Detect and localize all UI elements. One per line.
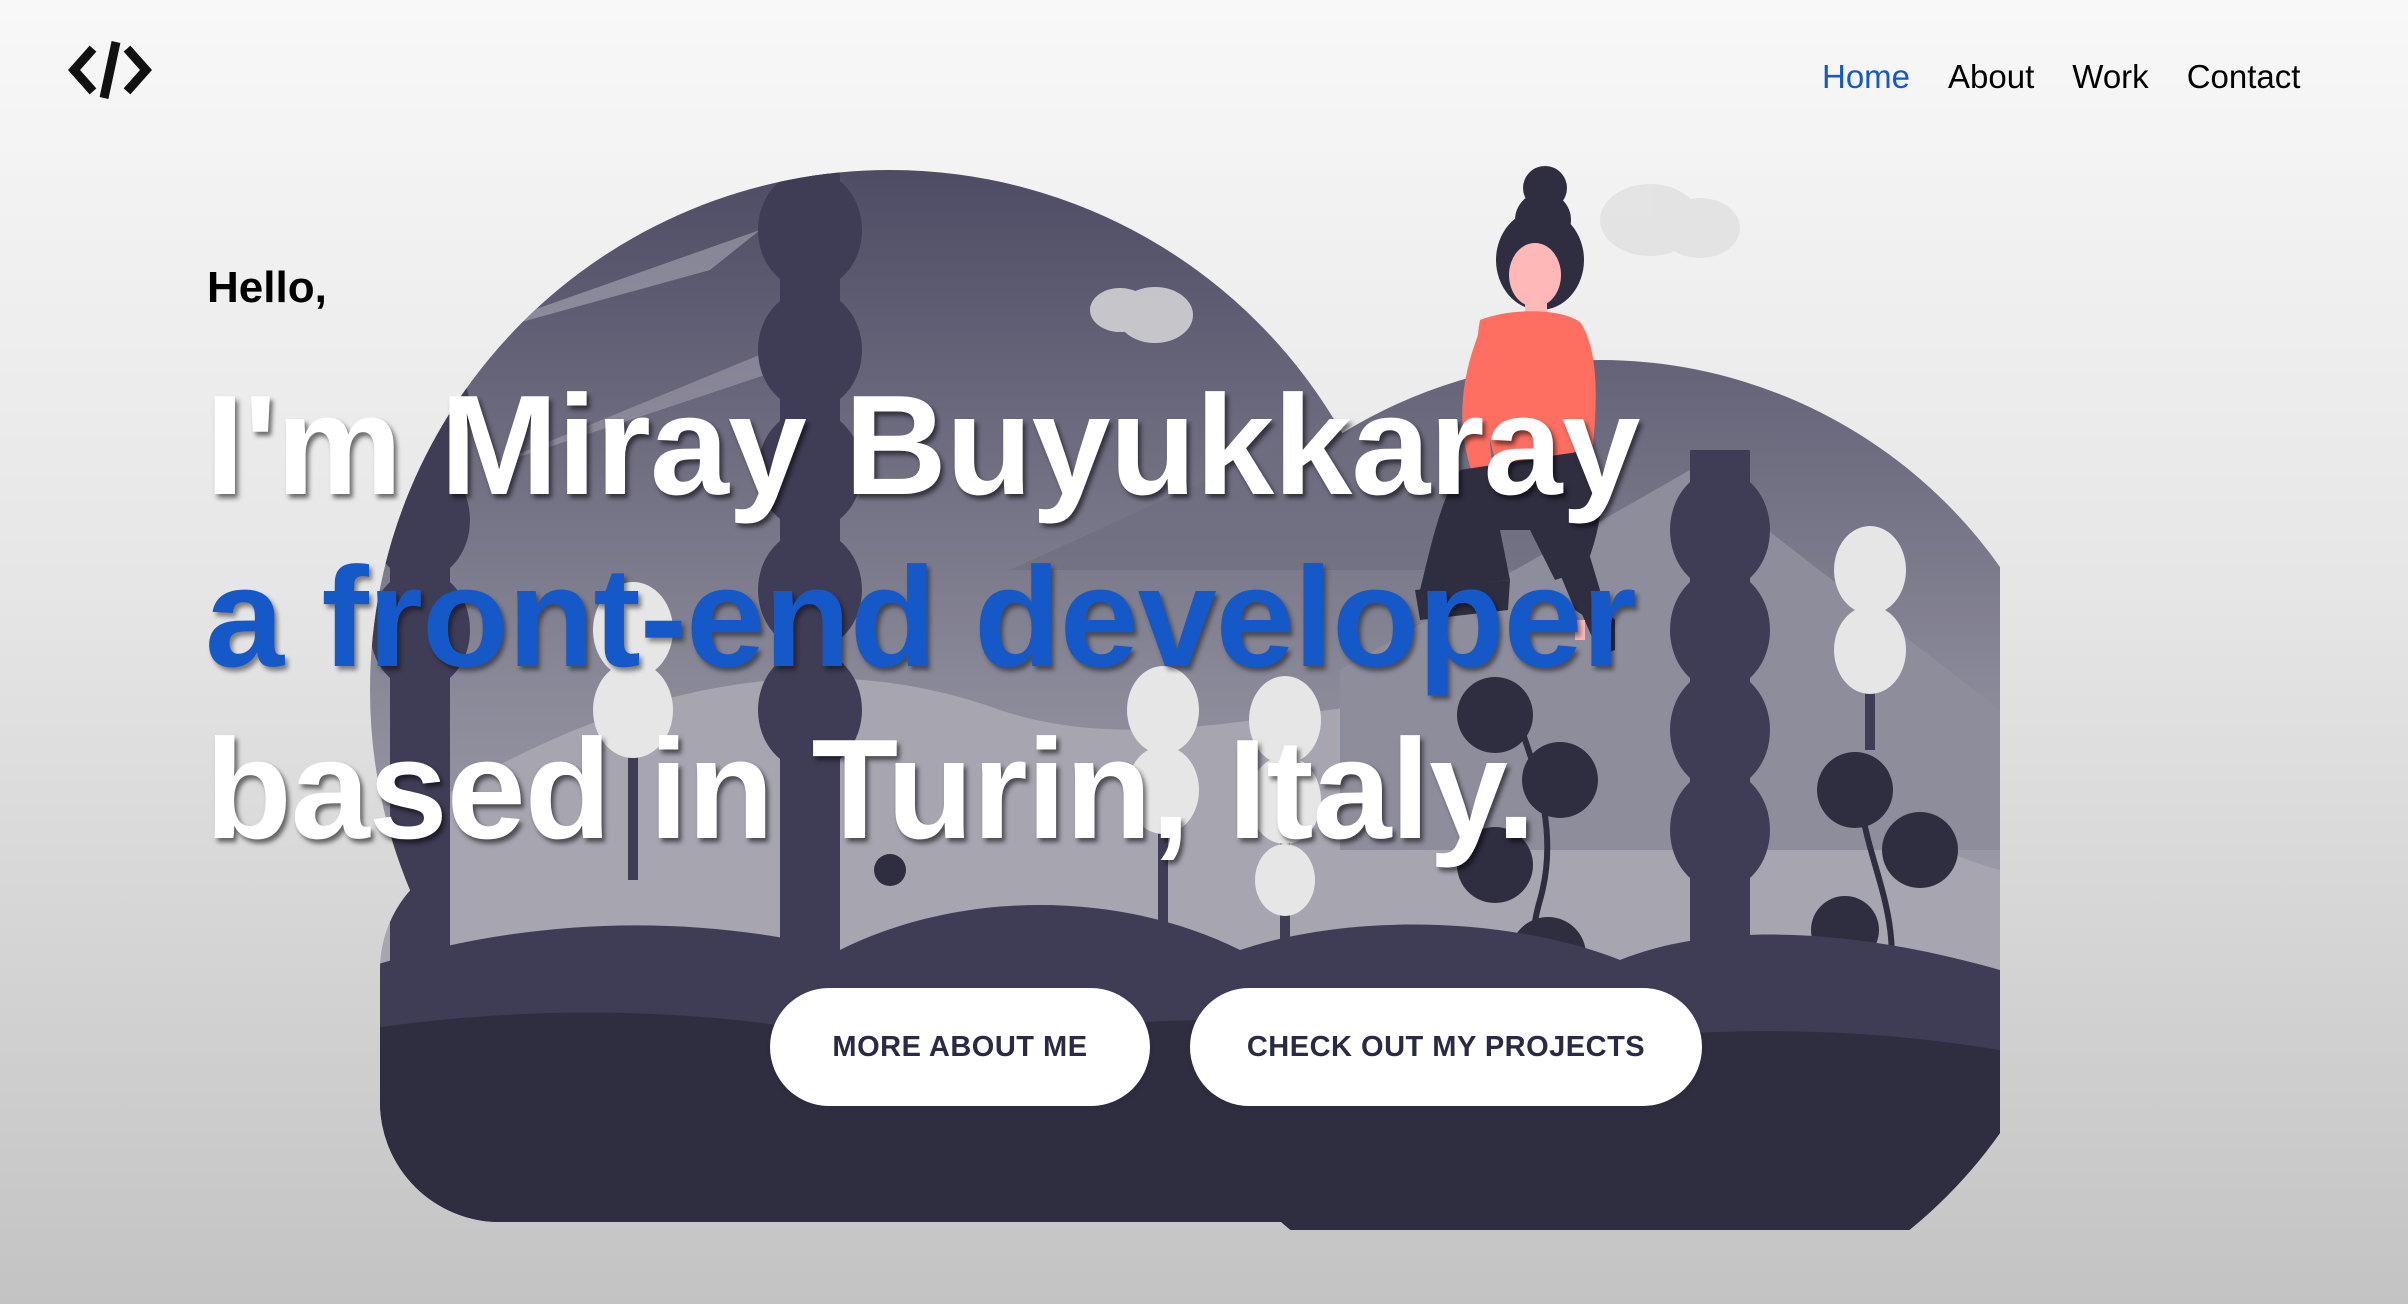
nav-work[interactable]: Work [2072, 54, 2148, 100]
headline-role: a front-end developer [205, 538, 1637, 697]
headline-location: based in Turin, Italy. [205, 710, 1536, 869]
nav-home[interactable]: Home [1822, 54, 1910, 100]
code-brackets-icon[interactable] [68, 38, 152, 102]
check-projects-button[interactable]: CHECK OUT MY PROJECTS [1190, 988, 1702, 1106]
nav-contact[interactable]: Contact [2187, 54, 2301, 100]
greeting-text: Hello, [207, 263, 327, 312]
cta-buttons: MORE ABOUT ME CHECK OUT MY PROJECTS [770, 988, 1702, 1106]
main-nav: Home About Work Contact [1822, 54, 2338, 100]
hero-section: Hello, I'm Miray Buyukkaray a front-end … [205, 258, 1640, 876]
headline-name: I'm Miray Buyukkaray [205, 366, 1640, 525]
more-about-me-button[interactable]: MORE ABOUT ME [770, 988, 1150, 1106]
hero-headline: I'm Miray Buyukkaray a front-end develop… [205, 360, 1640, 876]
nav-about[interactable]: About [1948, 54, 2034, 100]
